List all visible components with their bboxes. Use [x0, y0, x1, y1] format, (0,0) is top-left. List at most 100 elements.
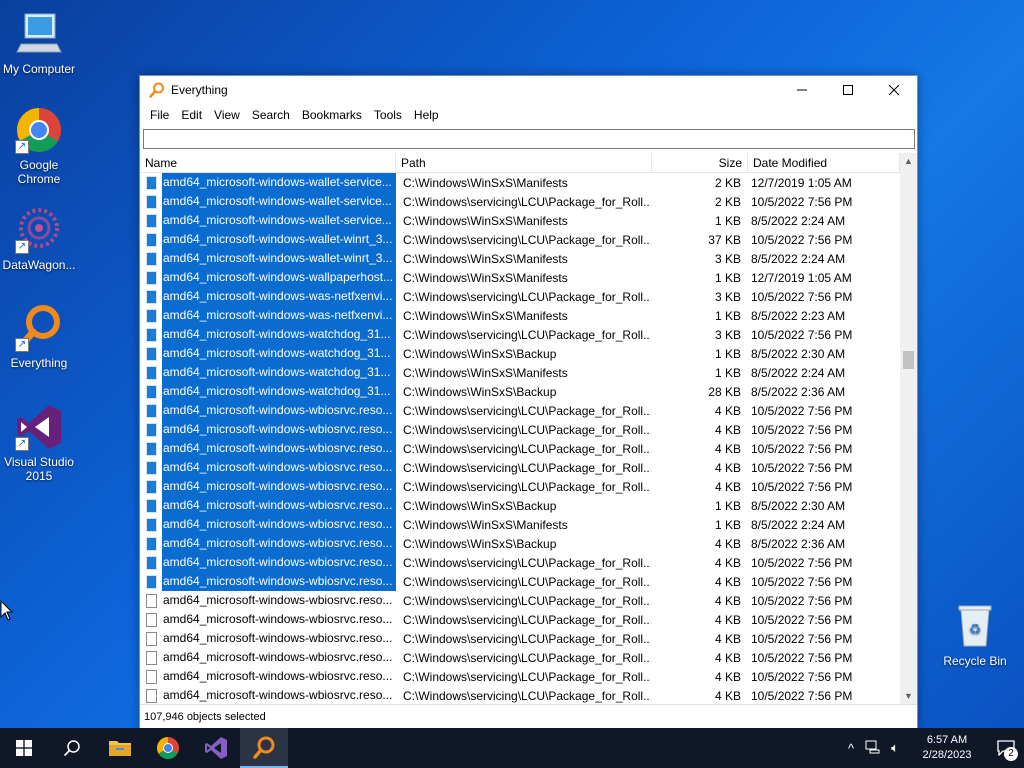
- table-row[interactable]: amd64_microsoft-windows-watchdog_31... C:…: [140, 363, 917, 382]
- menu-edit[interactable]: Edit: [175, 108, 208, 122]
- desktop-icon-label: My Computer: [2, 62, 76, 76]
- scroll-up-icon[interactable]: ▲: [900, 153, 917, 170]
- volume-icon[interactable]: 🔈︎: [884, 740, 906, 756]
- menu-file[interactable]: File: [144, 108, 175, 122]
- everything-magnifier-icon: ↗: [15, 304, 63, 352]
- title-bar[interactable]: Everything: [140, 76, 917, 104]
- column-name-header[interactable]: Name: [140, 153, 396, 173]
- scroll-thumb[interactable]: [903, 351, 914, 369]
- size-cell: 28 KB: [708, 384, 741, 399]
- table-row[interactable]: amd64_microsoft-windows-watchdog_31... C:…: [140, 325, 917, 344]
- table-row[interactable]: amd64_microsoft-windows-wallet-service..…: [140, 211, 917, 230]
- table-row[interactable]: amd64_microsoft-windows-wallet-service..…: [140, 173, 917, 192]
- date-cell: 8/5/2022 2:24 AM: [751, 213, 846, 228]
- scroll-down-icon[interactable]: ▼: [900, 688, 917, 705]
- file-name: amd64_microsoft-windows-wbiosrvc.reso...: [162, 496, 396, 515]
- name-cell: amd64_microsoft-windows-was-netfxenvi...: [140, 306, 396, 325]
- menu-tools[interactable]: Tools: [368, 108, 408, 122]
- path-cell: C:\Windows\servicing\LCU\Package_for_Rol…: [403, 688, 651, 703]
- network-icon[interactable]: [862, 740, 884, 757]
- table-row[interactable]: amd64_microsoft-windows-wbiosrvc.reso...…: [140, 572, 917, 591]
- notification-center-button[interactable]: 2: [988, 728, 1024, 768]
- shortcut-arrow-icon: ↗: [15, 140, 29, 154]
- taskbar-file-explorer[interactable]: [96, 728, 144, 768]
- desktop-icon-recycle-bin[interactable]: ♻ Recycle Bin: [935, 602, 1015, 668]
- table-row[interactable]: amd64_microsoft-windows-wbiosrvc.reso...…: [140, 591, 917, 610]
- maximize-button[interactable]: [825, 76, 871, 104]
- table-row[interactable]: amd64_microsoft-windows-wallet-winrt_3..…: [140, 249, 917, 268]
- table-row[interactable]: amd64_microsoft-windows-wbiosrvc.reso...…: [140, 477, 917, 496]
- date-cell: 8/5/2022 2:30 AM: [751, 346, 846, 361]
- file-icon: [146, 327, 157, 342]
- desktop-icon-visual-studio[interactable]: ↗ Visual Studio 2015: [0, 403, 79, 483]
- path-cell: C:\Windows\WinSxS\Backup: [403, 498, 557, 513]
- table-row[interactable]: amd64_microsoft-windows-wbiosrvc.reso...…: [140, 515, 917, 534]
- table-row[interactable]: amd64_microsoft-windows-wbiosrvc.reso...…: [140, 401, 917, 420]
- shortcut-arrow-icon: ↗: [15, 437, 29, 451]
- size-cell: 3 KB: [714, 289, 741, 304]
- path-cell: C:\Windows\servicing\LCU\Package_for_Rol…: [403, 403, 651, 418]
- table-row[interactable]: amd64_microsoft-windows-wbiosrvc.reso...…: [140, 496, 917, 515]
- maximize-icon: [843, 85, 853, 95]
- search-input[interactable]: [143, 129, 915, 149]
- system-tray: ^ 🔈︎ 6:57 AM 2/28/2023 2: [840, 728, 1024, 768]
- name-cell: amd64_microsoft-windows-wbiosrvc.reso...: [140, 401, 396, 420]
- column-path-header[interactable]: Path: [396, 153, 652, 173]
- column-date-header[interactable]: Date Modified: [748, 153, 900, 173]
- name-cell: amd64_microsoft-windows-watchdog_31...: [140, 363, 396, 382]
- size-cell: 37 KB: [708, 232, 741, 247]
- taskbar-search-button[interactable]: [48, 728, 96, 768]
- minimize-button[interactable]: [779, 76, 825, 104]
- file-name: amd64_microsoft-windows-wbiosrvc.reso...: [163, 688, 393, 702]
- table-row[interactable]: amd64_microsoft-windows-wbiosrvc.reso...…: [140, 686, 917, 705]
- name-cell: amd64_microsoft-windows-wallet-service..…: [140, 173, 396, 192]
- table-row[interactable]: amd64_microsoft-windows-was-netfxenvi...…: [140, 306, 917, 325]
- file-icon: [146, 289, 157, 304]
- vertical-scrollbar[interactable]: ▲ ▼: [900, 153, 917, 705]
- table-row[interactable]: amd64_microsoft-windows-wallpaperhost...…: [140, 268, 917, 287]
- file-name: amd64_microsoft-windows-wallet-service..…: [162, 173, 396, 192]
- desktop-icon-my-computer[interactable]: My Computer: [0, 10, 79, 76]
- table-row[interactable]: amd64_microsoft-windows-wbiosrvc.reso...…: [140, 553, 917, 572]
- table-row[interactable]: amd64_microsoft-windows-wbiosrvc.reso...…: [140, 534, 917, 553]
- close-button[interactable]: [871, 76, 917, 104]
- menu-bookmarks[interactable]: Bookmarks: [296, 108, 368, 122]
- table-row[interactable]: amd64_microsoft-windows-wallet-winrt_3..…: [140, 230, 917, 249]
- table-row[interactable]: amd64_microsoft-windows-wbiosrvc.reso...…: [140, 420, 917, 439]
- table-row[interactable]: amd64_microsoft-windows-wbiosrvc.reso...…: [140, 610, 917, 629]
- chevron-up-icon[interactable]: ^: [840, 741, 862, 756]
- name-cell: amd64_microsoft-windows-wbiosrvc.reso...: [140, 572, 396, 591]
- taskbar-visual-studio[interactable]: [192, 728, 240, 768]
- desktop-icon-google-chrome[interactable]: ↗ Google Chrome: [0, 106, 79, 186]
- menu-view[interactable]: View: [208, 108, 246, 122]
- file-name: amd64_microsoft-windows-was-netfxenvi...: [162, 287, 396, 306]
- file-icon: [146, 612, 157, 627]
- taskbar-everything[interactable]: [240, 728, 288, 768]
- table-row[interactable]: amd64_microsoft-windows-wbiosrvc.reso...…: [140, 648, 917, 667]
- table-row[interactable]: amd64_microsoft-windows-watchdog_31... C:…: [140, 344, 917, 363]
- table-row[interactable]: amd64_microsoft-windows-wallet-service..…: [140, 192, 917, 211]
- menu-search[interactable]: Search: [246, 108, 296, 122]
- shortcut-arrow-icon: ↗: [15, 338, 29, 352]
- table-row[interactable]: amd64_microsoft-windows-wbiosrvc.reso...…: [140, 458, 917, 477]
- taskbar-chrome[interactable]: [144, 728, 192, 768]
- menu-help[interactable]: Help: [408, 108, 445, 122]
- size-cell: 2 KB: [714, 194, 741, 209]
- desktop-icon-datawagon[interactable]: ↗ DataWagon...: [0, 206, 79, 272]
- table-row[interactable]: amd64_microsoft-windows-wbiosrvc.reso...…: [140, 667, 917, 686]
- file-icon: [146, 574, 157, 589]
- size-cell: 2 KB: [714, 175, 741, 190]
- table-row[interactable]: amd64_microsoft-windows-wbiosrvc.reso...…: [140, 439, 917, 458]
- desktop-icon-everything[interactable]: ↗ Everything: [0, 304, 79, 370]
- table-row[interactable]: amd64_microsoft-windows-was-netfxenvi...…: [140, 287, 917, 306]
- start-button[interactable]: [0, 728, 48, 768]
- table-row[interactable]: amd64_microsoft-windows-wbiosrvc.reso...…: [140, 629, 917, 648]
- minimize-icon: [797, 89, 807, 91]
- table-row[interactable]: amd64_microsoft-windows-watchdog_31... C:…: [140, 382, 917, 401]
- taskbar-clock[interactable]: 6:57 AM 2/28/2023: [912, 733, 982, 763]
- clock-time: 6:57 AM: [926, 734, 968, 746]
- column-size-header[interactable]: Size: [652, 153, 748, 173]
- file-icon: [146, 308, 157, 323]
- date-cell: 10/5/2022 7:56 PM: [751, 232, 853, 247]
- desktop-icon-label: Recycle Bin: [943, 654, 1007, 668]
